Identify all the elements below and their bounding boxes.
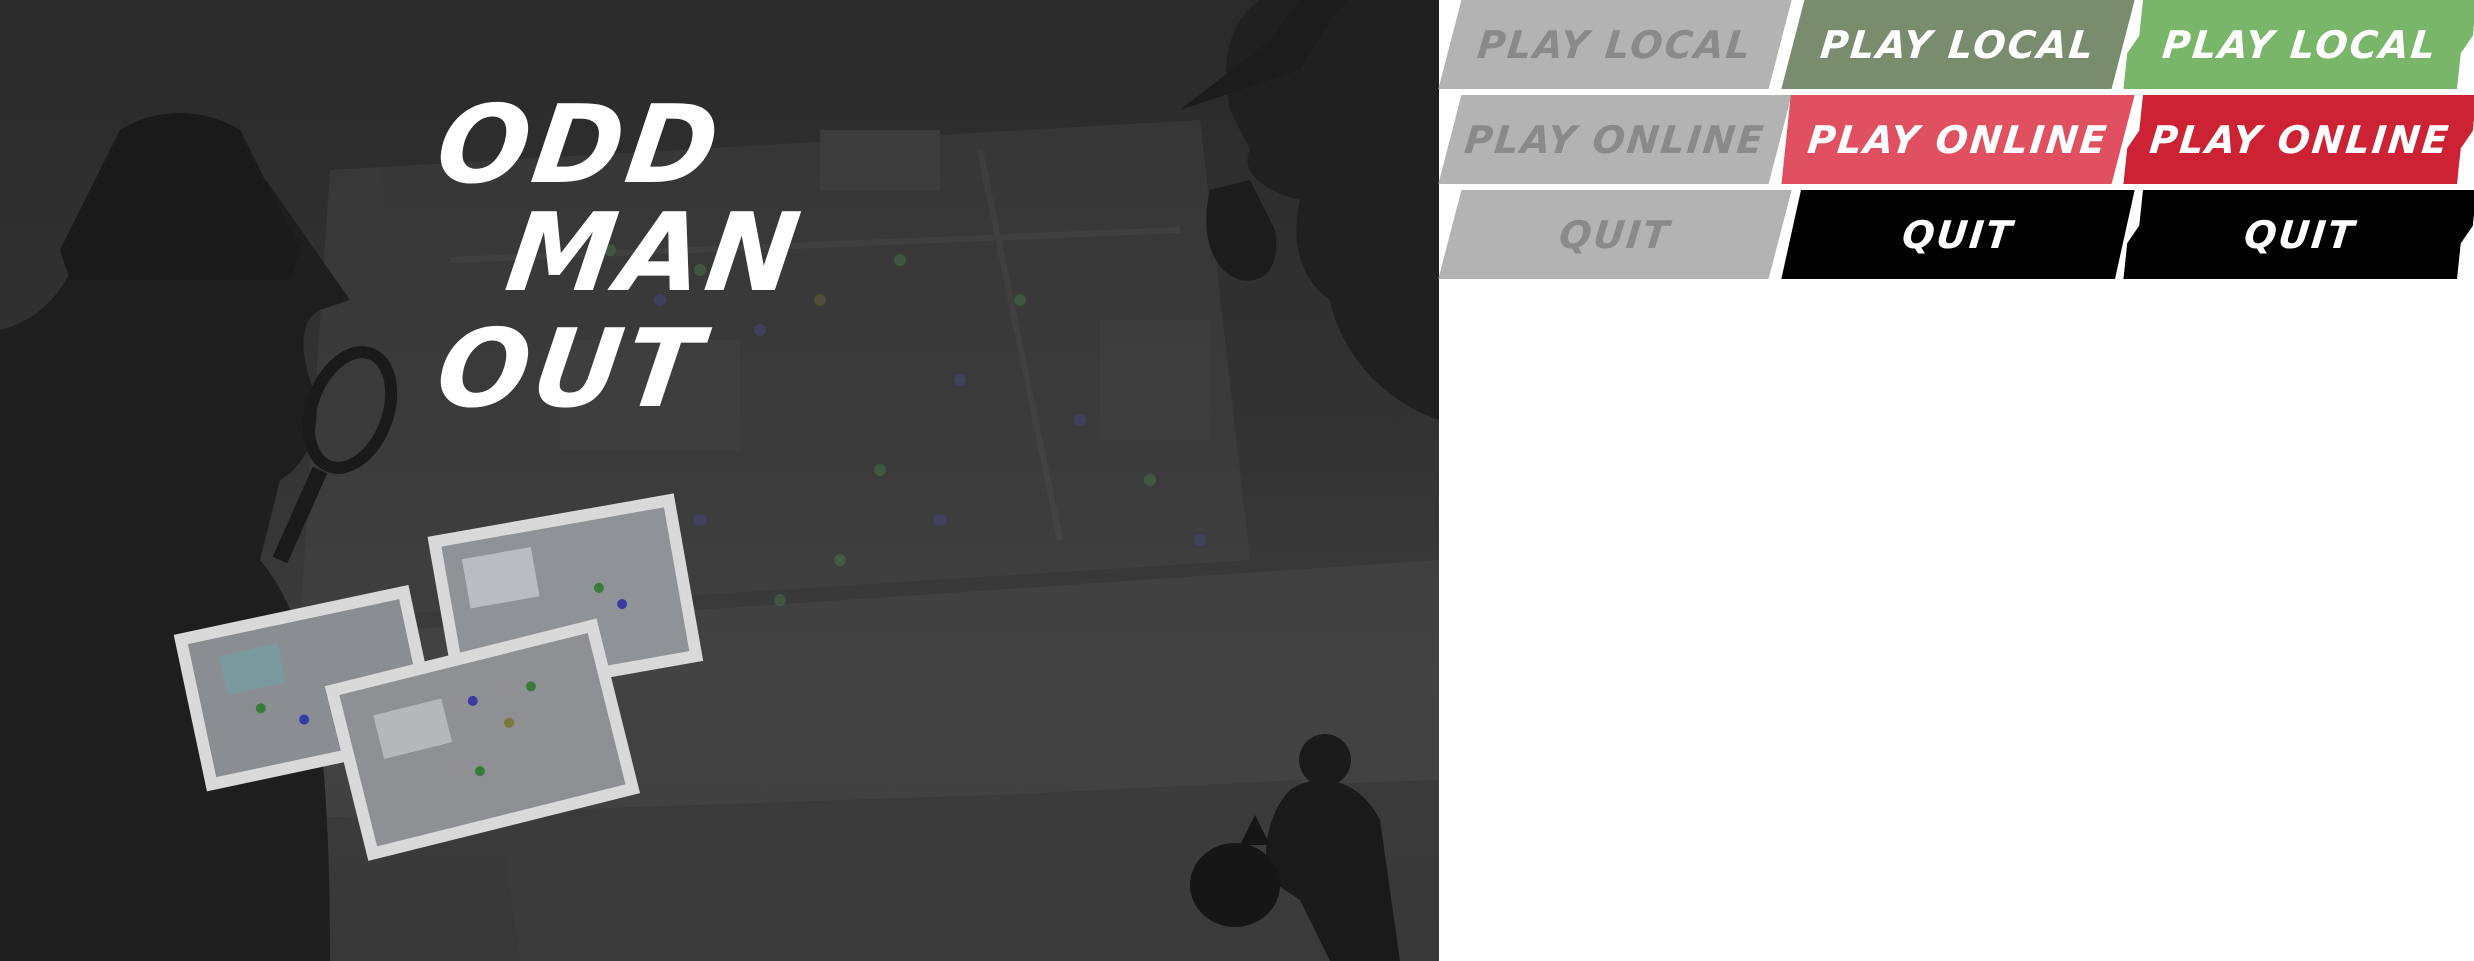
- play-online-button-disabled[interactable]: PLAY ONLINE: [1438, 95, 1791, 184]
- play-online-label: PLAY ONLINE: [1462, 117, 1768, 162]
- quit-label: QUIT: [1557, 212, 1673, 257]
- play-local-button-hover[interactable]: PLAY LOCAL: [2123, 0, 2474, 89]
- quit-button-hover[interactable]: QUIT: [2123, 190, 2474, 279]
- quit-button-disabled[interactable]: QUIT: [1438, 190, 1791, 279]
- play-local-label: PLAY LOCAL: [1818, 22, 2098, 67]
- play-local-label: PLAY LOCAL: [2160, 22, 2440, 67]
- play-online-label: PLAY ONLINE: [1805, 117, 2111, 162]
- title-line-3: OUT: [429, 307, 713, 432]
- play-local-button-disabled[interactable]: PLAY LOCAL: [1438, 0, 1791, 89]
- play-online-button-normal[interactable]: PLAY ONLINE: [1781, 95, 2134, 184]
- quit-button-normal[interactable]: QUIT: [1781, 190, 2134, 279]
- title-line-1: ODD: [429, 83, 730, 208]
- play-local-label: PLAY LOCAL: [1475, 22, 1755, 67]
- play-local-button-normal[interactable]: PLAY LOCAL: [1781, 0, 2134, 89]
- quit-label: QUIT: [1900, 212, 2016, 257]
- play-online-button-hover[interactable]: PLAY ONLINE: [2123, 95, 2474, 184]
- quit-label: QUIT: [2242, 212, 2358, 257]
- title-screen-scene: ODD MAN OUT: [0, 0, 1439, 961]
- play-online-label: PLAY ONLINE: [2147, 117, 2453, 162]
- title-line-2: MAN: [499, 191, 811, 316]
